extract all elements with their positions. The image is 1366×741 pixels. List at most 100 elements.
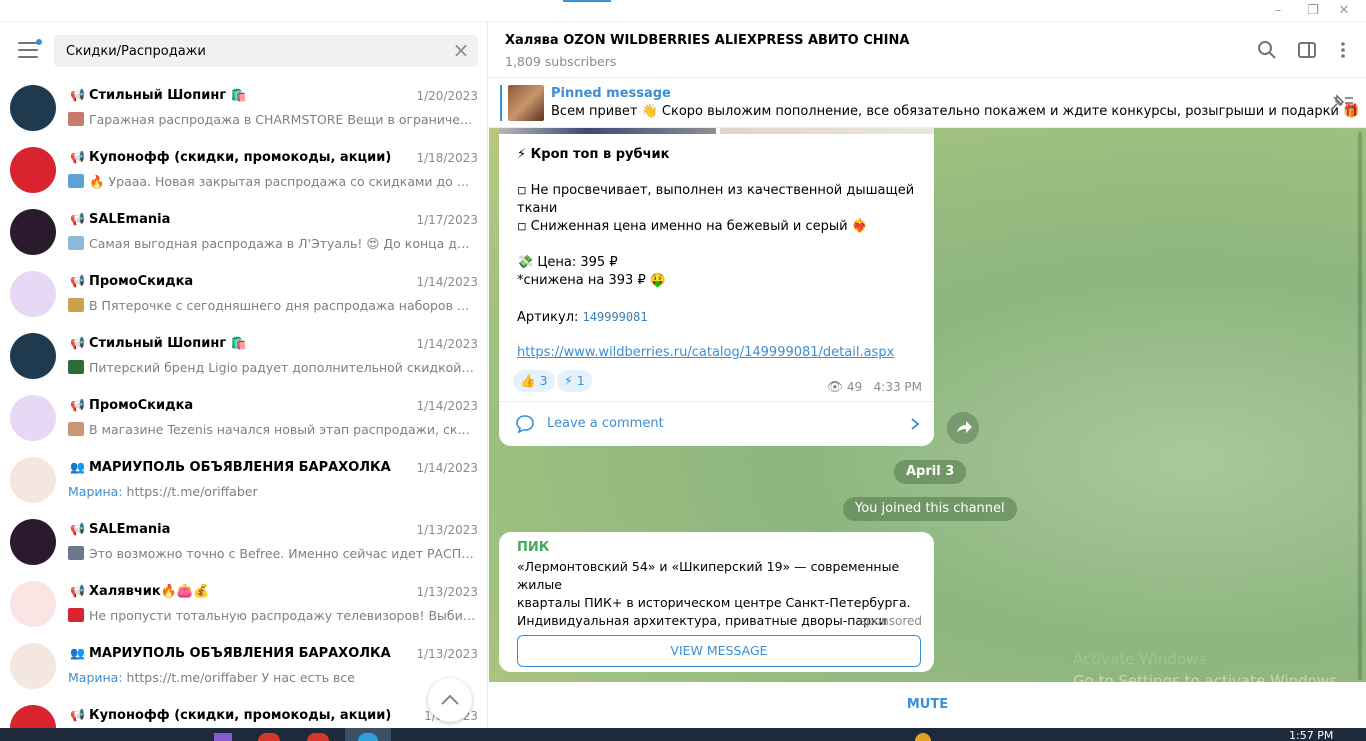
chat-preview: 🔥 Урааа. Новая закрытая распродажа со ск… [68,174,476,190]
reaction-count: 1 [576,373,585,388]
chat-date: 1/13/2023 [416,647,478,661]
preview-sender: Марина: [68,670,123,685]
sponsored-line: «Лермонтовский 54» и «Шкиперский 19» — с… [517,559,900,592]
product-link[interactable]: https://www.wildberries.ru/catalog/14999… [517,344,894,362]
chat-title: 📢 SALEmania [70,522,400,537]
search-icon[interactable] [1257,40,1277,60]
restore-icon[interactable]: ❐ [1305,3,1321,19]
taskbar-clock[interactable]: 1:57 PM [1289,729,1333,741]
chat-title-text: Стильный Шопинг 🛍️ [88,88,247,103]
chat-title: 📢 Стильный Шопинг 🛍️ [70,336,400,351]
leave-comment-button[interactable]: Leave a comment [499,401,934,446]
chat-title-text: SALEmania [88,212,171,227]
pinned-text: Всем привет 👋 Скоро выложим пополнение, … [551,104,1360,119]
article-number[interactable]: 149999081 [583,310,648,324]
chat-list-item[interactable]: 📢 SALEmania 1/13/2023 Это возможно точно с … [0,512,487,574]
taskbar-app[interactable] [307,733,329,741]
channel-post[interactable]: ⚡ Кроп топ в рубчик ◽ Не просвечивает, в… [499,128,934,446]
close-icon[interactable]: ✕ [1336,3,1352,19]
chat-list-item[interactable]: 📢 ПромоСкидка 1/14/2023 В Пятерочке с сегод… [0,264,487,326]
pin-list-icon[interactable] [1328,93,1354,113]
preview-thumbnail [68,608,84,622]
search-input[interactable] [54,35,478,67]
chevron-up-icon [441,694,459,705]
chat-list-item[interactable]: 👥 МАРИУПОЛЬ ОБЪЯВЛЕНИЯ БАРАХОЛКА 1/13/2023… [0,636,487,698]
mute-button[interactable]: MUTE [489,682,1366,728]
preview-text: Гаражная распродажа в CHARMSTORE Вещи в … [89,112,476,127]
chat-list-item[interactable]: 📢 Купонофф (скидки, промокоды, акции) 1/18… [0,140,487,202]
watermark-line: Activate Windows [1073,650,1207,668]
chat-title-text: МАРИУПОЛЬ ОБЪЯВЛЕНИЯ БАРАХОЛКА [88,646,391,661]
activation-watermark: Activate Windows Go to Settings to activ… [1073,648,1342,682]
hamburger-menu-icon[interactable] [18,39,42,58]
megaphone-icon: 📢 [70,274,85,288]
taskbar-app[interactable] [915,733,931,741]
chat-list-item[interactable]: 📢 Стильный Шопинг 🛍️ 1/20/2023 Гаражная рас… [0,78,487,140]
chat-panel: Халява OZON WILDBERRIES ALIEXPRESS АВИТО… [489,22,1366,728]
chat-title-text: SALEmania [88,522,171,537]
view-message-button[interactable]: VIEW MESSAGE [517,635,921,667]
chat-date: 1/17/2023 [416,213,478,227]
chat-title: 📢 Купонофф (скидки, промокоды, акции) [70,150,400,165]
group-icon: 👥 [70,460,85,474]
post-photo[interactable] [720,128,934,134]
chat-title: 📢 SALEmania [70,212,400,227]
reaction-lightning[interactable]: ⚡ 1 [557,370,592,392]
chat-date: 1/13/2023 [416,523,478,537]
taskbar: 1:57 PM [0,728,1366,741]
reaction-thumbs-up[interactable]: 👍 3 [513,370,555,392]
sidebar-toggle-icon[interactable] [1297,40,1317,60]
sponsored-tag: sponsored [859,614,922,628]
preview-thumbnail [68,360,84,374]
preview-text: Питерский бренд Ligio радует дополнитель… [89,360,476,375]
share-icon [957,421,972,433]
taskbar-app[interactable] [214,733,232,741]
joined-notice: You joined this channel [843,497,1017,521]
chat-list-item[interactable]: 📢 SALEmania 1/17/2023 Самая выгодная распро… [0,202,487,264]
megaphone-icon: 📢 [70,336,85,350]
chat-list-item[interactable]: 📢 Стильный Шопинг 🛍️ 1/14/2023 Питерский бр… [0,326,487,388]
preview-text: Самая выгодная распродажа в Л'Этуаль! 😍 … [89,236,476,251]
post-photo[interactable] [499,128,716,134]
preview-thumbnail [68,174,84,188]
post-bullet: ◽ Не просвечивает, выполнен из качествен… [517,183,915,198]
minimize-icon[interactable]: – [1270,3,1286,19]
chat-list-item[interactable]: 📢 Халявчик🔥👛💰 1/13/2023 Не пропусти тотальн… [0,574,487,636]
lightning-icon: ⚡ [564,373,573,388]
chat-list-item[interactable]: 📢 ПромоСкидка 1/14/2023 В магазине Tezenis … [0,388,487,450]
scrollbar[interactable] [1358,132,1362,680]
view-count: 49 [846,380,863,394]
group-icon: 👥 [70,646,85,660]
post-bullet: ◽ Сниженная цена именно на бежевый и сер… [517,219,868,234]
chat-title-text: Стильный Шопинг 🛍️ [88,336,247,351]
chat-title: 📢 Стильный Шопинг 🛍️ [70,88,400,103]
chat-preview: Питерский бренд Ligio радует дополнитель… [68,360,476,375]
scroll-up-button[interactable] [428,678,472,722]
pinned-message[interactable]: Pinned message Всем привет 👋 Скоро вылож… [489,79,1366,128]
sponsored-line: кварталы ПИК+ в историческом центре Санк… [517,595,911,610]
taskbar-app[interactable] [258,733,280,741]
close-icon[interactable]: × [451,40,471,61]
share-button[interactable] [947,412,979,444]
chat-list-item[interactable]: 📢Купонофф (скидки, промокоды, акции)1/8/… [0,698,487,728]
chat-list-panel: × 📢Стильный Шопинг 🛍️1/20/2023Гаражная р… [0,22,488,728]
comment-icon [516,415,534,434]
post-meta: 👁 49 4:33 PM [827,380,922,395]
chat-avatar [10,457,56,503]
pinned-indicator [500,85,502,121]
post-title: ⚡ Кроп топ в рубчик [517,147,670,162]
chevron-right-icon [911,418,920,430]
chat-list-item[interactable]: 👥 МАРИУПОЛЬ ОБЪЯВЛЕНИЯ БАРАХОЛКА 1/14/2023… [0,450,487,512]
preview-thumbnail [68,112,84,126]
chat-wallpaper: ⚡ Кроп топ в рубчик ◽ Не просвечивает, в… [489,128,1366,682]
chat-header[interactable]: Халява OZON WILDBERRIES ALIEXPRESS АВИТО… [489,22,1366,78]
sponsored-message[interactable]: ПИК «Лермонтовский 54» и «Шкиперский 19»… [499,532,934,672]
more-options-icon[interactable] [1333,40,1353,60]
chat-title-text: Купонофф (скидки, промокоды, акции) [88,708,392,723]
taskbar-app[interactable] [358,733,378,741]
chat-title-text: Халявчик🔥👛💰 [88,584,210,599]
sponsor-name[interactable]: ПИК [517,540,549,555]
watermark-line: Go to Settings to activate Windows. [1073,672,1342,682]
megaphone-icon: 📢 [70,88,85,102]
chat-preview: В Пятерочке с сегодняшнего дня распродаж… [68,298,476,313]
